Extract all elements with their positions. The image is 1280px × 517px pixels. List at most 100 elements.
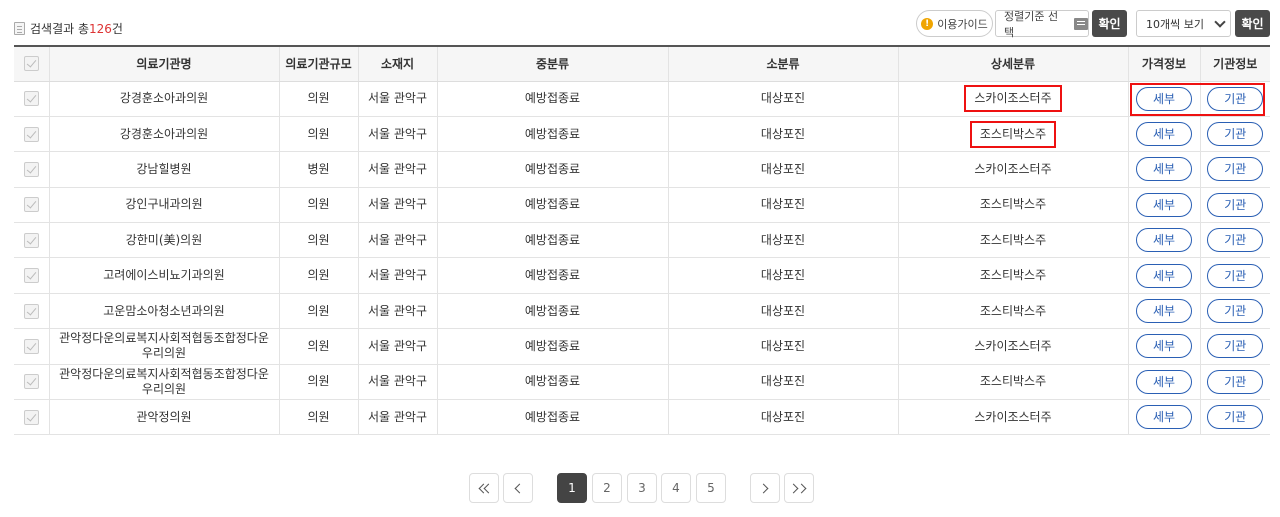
cell-price-info: 세부 — [1127, 328, 1200, 365]
usage-guide-button[interactable]: ! 이용가이드 — [916, 10, 993, 37]
row-checkbox[interactable] — [23, 232, 39, 248]
cell-org-info: 기관 — [1199, 364, 1270, 401]
org-button[interactable]: 기관 — [1207, 369, 1264, 394]
next-page-button[interactable] — [750, 473, 780, 503]
page-button-5[interactable]: 5 — [696, 473, 726, 503]
detail-category-text: 스카이조스터주 — [974, 161, 1052, 176]
select-all-checkbox[interactable] — [23, 56, 39, 72]
org-button[interactable]: 기관 — [1207, 228, 1264, 253]
cell-location: 서울 관악구 — [357, 222, 437, 259]
cell-sub-category: 대상포진 — [667, 399, 898, 436]
org-button[interactable]: 기관 — [1207, 263, 1264, 288]
detail-category-text: 조스티박스주 — [979, 232, 1047, 247]
cell-mid-category: 예방접종료 — [436, 116, 668, 153]
per-page-select[interactable]: 10개씩 보기 — [1136, 10, 1231, 37]
detail-category-text: 조스티박스주 — [979, 197, 1047, 212]
cell-name: 강남힐병원 — [48, 151, 279, 188]
sort-select[interactable]: 정렬기준 선택 — [995, 10, 1089, 39]
cell-detail-category: 조스티박스주 — [897, 116, 1128, 153]
cell-location: 서울 관악구 — [357, 293, 437, 330]
cell-org-info: 기관 — [1199, 328, 1270, 365]
detail-button[interactable]: 세부 — [1136, 369, 1192, 394]
cell-price-info: 세부 — [1127, 293, 1200, 330]
page-button-1[interactable]: 1 — [557, 473, 587, 503]
row-checkbox[interactable] — [23, 338, 39, 354]
result-summary: 검색결과 총126건 — [14, 20, 123, 37]
prev-page-button[interactable] — [503, 473, 533, 503]
per-page-value: 10개씩 보기 — [1146, 17, 1204, 31]
detail-category-text: 조스티박스주 — [979, 374, 1047, 389]
table-row: 관악정다운의료복지사회적협동조합정다운우리의원 의원 서울 관악구 예방접종료 대상포진… — [14, 328, 1270, 365]
row-checkbox-cell — [14, 399, 49, 436]
cell-mid-category: 예방접종료 — [436, 81, 668, 117]
cell-detail-category: 조스티박스주 — [897, 257, 1128, 294]
info-icon: ! — [921, 17, 934, 30]
cell-size: 의원 — [278, 399, 358, 436]
sort-confirm-button[interactable]: 확인 — [1092, 10, 1127, 37]
detail-button[interactable]: 세부 — [1136, 228, 1192, 253]
cell-sub-category: 대상포진 — [667, 151, 898, 188]
detail-button[interactable]: 세부 — [1136, 263, 1192, 288]
detail-button[interactable]: 세부 — [1136, 405, 1192, 430]
row-checkbox[interactable] — [23, 197, 39, 213]
cell-location: 서울 관악구 — [357, 257, 437, 294]
detail-button[interactable]: 세부 — [1136, 157, 1192, 182]
cell-org-info: 기관 — [1199, 116, 1270, 153]
detail-button[interactable]: 세부 — [1136, 299, 1192, 324]
cell-size: 의원 — [278, 257, 358, 294]
detail-button[interactable]: 세부 — [1136, 86, 1192, 111]
cell-mid-category: 예방접종료 — [436, 222, 668, 259]
chevron-left-icon — [514, 483, 525, 493]
cell-mid-category: 예방접종료 — [436, 328, 668, 365]
header-org-info: 기관정보 — [1199, 45, 1270, 82]
org-button[interactable]: 기관 — [1207, 86, 1264, 111]
row-checkbox[interactable] — [23, 268, 39, 284]
header-price-info: 가격정보 — [1127, 45, 1200, 82]
page-button-2[interactable]: 2 — [592, 473, 622, 503]
cell-detail-category: 스카이조스터주 — [897, 151, 1128, 188]
list-icon — [1074, 17, 1088, 30]
cell-sub-category: 대상포진 — [667, 81, 898, 117]
first-page-button[interactable] — [469, 473, 499, 503]
cell-mid-category: 예방접종료 — [436, 364, 668, 401]
detail-button[interactable]: 세부 — [1136, 122, 1192, 147]
row-checkbox[interactable] — [23, 409, 39, 425]
row-checkbox[interactable] — [23, 303, 39, 319]
cell-location: 서울 관악구 — [357, 328, 437, 365]
cell-price-info: 세부 — [1127, 399, 1200, 436]
last-page-button[interactable] — [784, 473, 814, 503]
select-all-header — [14, 45, 49, 82]
per-page-confirm-button[interactable]: 확인 — [1235, 10, 1270, 37]
cell-location: 서울 관악구 — [357, 187, 437, 224]
org-button[interactable]: 기관 — [1207, 299, 1264, 324]
row-checkbox[interactable] — [23, 374, 39, 390]
cell-detail-category: 스카이조스터주 — [897, 328, 1128, 365]
row-checkbox[interactable] — [23, 91, 39, 107]
org-button[interactable]: 기관 — [1207, 405, 1264, 430]
table-row: 강인구내과의원 의원 서울 관악구 예방접종료 대상포진 조스티박스주 세부 기관 — [14, 187, 1270, 224]
table-row: 강경훈소아과의원 의원 서울 관악구 예방접종료 대상포진 조스티박스주 세부 기관 — [14, 116, 1270, 153]
detail-button[interactable]: 세부 — [1136, 192, 1192, 217]
cell-sub-category: 대상포진 — [667, 222, 898, 259]
org-button[interactable]: 기관 — [1207, 192, 1264, 217]
cell-name: 강경훈소아과의원 — [48, 81, 279, 117]
cell-mid-category: 예방접종료 — [436, 187, 668, 224]
org-button[interactable]: 기관 — [1207, 122, 1264, 147]
row-checkbox-cell — [14, 116, 49, 153]
cell-location: 서울 관악구 — [357, 364, 437, 401]
cell-price-info: 세부 — [1127, 257, 1200, 294]
page-button-4[interactable]: 4 — [661, 473, 691, 503]
org-button[interactable]: 기관 — [1207, 334, 1264, 359]
cell-mid-category: 예방접종료 — [436, 293, 668, 330]
detail-button[interactable]: 세부 — [1136, 334, 1192, 359]
row-checkbox[interactable] — [23, 161, 39, 177]
top-toolbar: 검색결과 총126건 ! 이용가이드 정렬기준 선택 확인 10개씩 보기 확인 — [0, 0, 1280, 44]
detail-category-text: 조스티박스주 — [979, 303, 1047, 318]
row-checkbox[interactable] — [23, 126, 39, 142]
row-checkbox-cell — [14, 187, 49, 224]
cell-mid-category: 예방접종료 — [436, 399, 668, 436]
page-button-3[interactable]: 3 — [627, 473, 657, 503]
table-row: 관악정다운의료복지사회적협동조합정다운우리의원 의원 서울 관악구 예방접종료 대상포진… — [14, 364, 1270, 401]
org-button[interactable]: 기관 — [1207, 157, 1264, 182]
cell-name: 관악정의원 — [48, 399, 279, 436]
